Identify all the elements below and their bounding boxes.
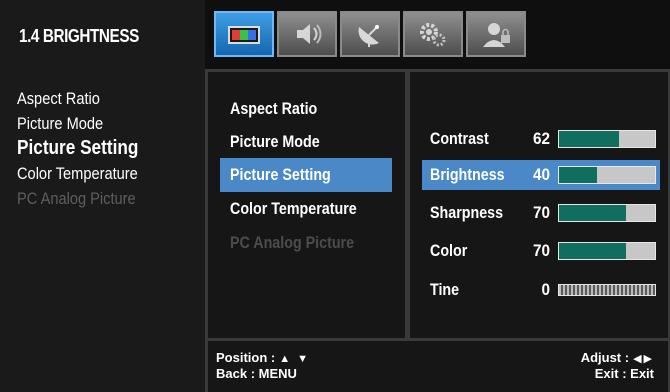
help-item-aspect-ratio: Aspect Ratio <box>17 89 100 108</box>
setting-value: 62 <box>532 129 550 148</box>
parental-tab[interactable] <box>466 11 526 57</box>
menu-panel: Aspect Ratio Picture Mode Picture Settin… <box>208 72 405 338</box>
user-lock-icon <box>483 23 510 47</box>
page-title: 1.4 BRIGHTNESS <box>19 26 139 46</box>
menu-item-label: Aspect Ratio <box>230 99 318 118</box>
help-item-pc-analog-picture: PC Analog Picture <box>17 189 136 208</box>
gear-icon <box>420 23 446 47</box>
help-item-picture-setting: Picture Setting <box>17 137 139 159</box>
picture-icon <box>228 26 260 44</box>
menu-item-label: PC Analog Picture <box>230 233 355 252</box>
adjust-hint: Adjust : ◀▶ <box>581 350 654 367</box>
setting-label: Tine <box>430 280 460 299</box>
setting-row-sharpness[interactable]: Sharpness 70 <box>422 198 660 228</box>
back-hint: Back : MENU <box>216 366 297 381</box>
slider-fill <box>559 243 627 259</box>
menu-item-label: Picture Setting <box>230 165 331 184</box>
picture-tab[interactable] <box>214 11 274 57</box>
setting-value: 0 <box>541 280 550 299</box>
satellite-dish-icon <box>358 25 379 47</box>
left-right-arrows-icon: ◀▶ <box>633 353 654 365</box>
menu-item-picture-mode[interactable]: Picture Mode <box>220 125 392 159</box>
setting-label: Color <box>430 241 468 260</box>
exit-hint: Exit : Exit <box>594 366 654 381</box>
slider-fill <box>559 205 627 221</box>
setting-row-tine[interactable]: Tine 0 <box>422 275 660 305</box>
setting-value: 70 <box>532 203 550 222</box>
position-hint: Position : ▲ ▼ <box>216 350 310 367</box>
menu-item-label: Picture Mode <box>230 132 320 151</box>
slider-fill <box>559 131 619 147</box>
help-item-picture-mode: Picture Mode <box>17 114 104 133</box>
slider-fill <box>559 167 598 183</box>
settings-panel: Contrast 62 Brightness 40 Sharpness 70 C… <box>410 72 668 338</box>
setting-label: Contrast <box>430 129 489 148</box>
setting-row-brightness[interactable]: Brightness 40 <box>422 160 660 190</box>
sharpness-slider[interactable] <box>558 204 656 222</box>
contrast-slider[interactable] <box>558 130 656 148</box>
help-list: Aspect Ratio Picture Mode Picture Settin… <box>17 86 158 211</box>
menu-item-label: Color Temperature <box>230 199 357 218</box>
setting-label: Sharpness <box>430 203 504 222</box>
setting-value: 70 <box>532 241 550 260</box>
menu-item-pc-analog-picture: PC Analog Picture <box>220 226 392 260</box>
brightness-slider[interactable] <box>558 166 656 184</box>
footer-hints: Position : ▲ ▼ Back : MENU Adjust : ◀▶ Exi… <box>208 341 668 392</box>
tine-slider[interactable] <box>558 284 656 296</box>
menu-item-color-temperature[interactable]: Color Temperature <box>220 192 392 226</box>
tab-bar <box>205 0 670 69</box>
position-hint-label: Position : <box>216 350 276 365</box>
setting-row-color[interactable]: Color 70 <box>422 236 660 266</box>
menu-item-picture-setting[interactable]: Picture Setting <box>220 158 392 192</box>
help-panel: 1.4 BRIGHTNESS Aspect Ratio Picture Mode… <box>0 0 205 392</box>
channel-tab[interactable] <box>340 11 400 57</box>
sound-tab[interactable] <box>277 11 337 57</box>
setting-value: 40 <box>532 165 550 184</box>
up-down-arrows-icon: ▲ ▼ <box>279 353 311 365</box>
help-item-color-temperature: Color Temperature <box>17 164 138 183</box>
setup-tab[interactable] <box>403 11 463 57</box>
menu-item-aspect-ratio[interactable]: Aspect Ratio <box>220 92 392 126</box>
adjust-hint-label: Adjust : <box>580 350 630 365</box>
setting-row-contrast[interactable]: Contrast 62 <box>422 124 660 154</box>
speaker-icon <box>297 24 322 44</box>
setting-label: Brightness <box>430 165 505 184</box>
color-slider[interactable] <box>558 242 656 260</box>
